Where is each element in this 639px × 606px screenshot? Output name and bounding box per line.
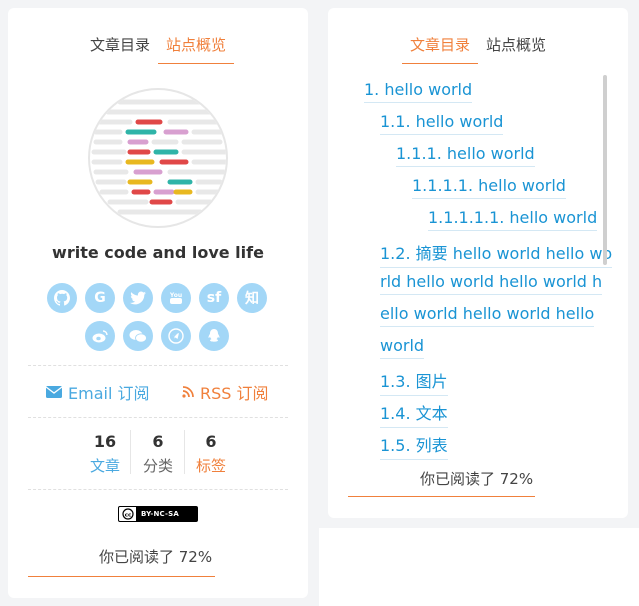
tab-overview[interactable]: 站点概览 xyxy=(158,34,235,64)
sidebar-tabs: 文章目录 站点概览 xyxy=(328,34,628,64)
zhihu-icon[interactable]: 知 xyxy=(237,283,267,313)
rss-subscribe-link[interactable]: RSS 订阅 xyxy=(182,380,269,404)
sidebar-tabs: 文章目录 站点概览 xyxy=(8,34,308,64)
wechat-icon[interactable] xyxy=(123,321,153,351)
toc-item[interactable]: 1.1. hello world xyxy=(380,112,504,135)
stat-tags[interactable]: 6 标签 xyxy=(181,432,241,476)
stat-categories-label: 分类 xyxy=(142,457,173,475)
stat-categories-count: 6 xyxy=(152,432,164,451)
toc-item[interactable]: 1.2. 摘要 hello world hello wo xyxy=(380,240,613,268)
divider xyxy=(28,417,288,418)
cc-license-badge[interactable]: cc BY-NC-SA xyxy=(118,506,198,522)
google-glyph: G xyxy=(94,290,106,306)
divider xyxy=(28,489,288,490)
toc-item[interactable]: rld hello world hello world h xyxy=(380,272,603,295)
toc-item[interactable]: 1.3. 图片 xyxy=(380,368,448,396)
toc-item[interactable]: 1.5. 列表 xyxy=(380,432,448,460)
reading-progress-fill xyxy=(348,495,536,497)
svg-text:You: You xyxy=(169,292,182,299)
cc-icon: cc xyxy=(119,507,137,521)
stat-posts-label: 文章 xyxy=(89,457,120,475)
site-overview-panel: 文章目录 站点概览 write code and love life G You… xyxy=(8,8,308,598)
tab-overview[interactable]: 站点概览 xyxy=(478,34,554,64)
toc-item[interactable]: 1. hello world xyxy=(364,80,473,103)
email-subscribe-link[interactable]: Email 订阅 xyxy=(46,380,149,404)
telegram-icon[interactable] xyxy=(161,321,191,351)
tab-toc[interactable]: 文章目录 xyxy=(82,34,158,64)
stat-categories[interactable]: 6 分类 xyxy=(128,432,188,476)
author-name: write code and love life xyxy=(52,243,264,262)
google-icon[interactable]: G xyxy=(85,283,115,313)
reading-progress-bar xyxy=(348,495,608,497)
toc-item[interactable]: 1.4. 文本 xyxy=(380,400,448,428)
footer-blank xyxy=(319,528,639,606)
stat-posts[interactable]: 16 文章 xyxy=(75,432,135,476)
avatar xyxy=(88,88,228,228)
toc-scrollbar[interactable] xyxy=(603,75,607,265)
cc-license-text: BY-NC-SA xyxy=(141,510,180,518)
toc-item[interactable]: ello world hello world hello xyxy=(380,304,595,327)
qq-icon[interactable] xyxy=(199,321,229,351)
youtube-icon[interactable]: You xyxy=(161,283,191,313)
stat-tags-label: 标签 xyxy=(195,457,226,475)
toc-item[interactable]: 1.1.1. hello world xyxy=(396,144,535,167)
divider xyxy=(28,365,288,366)
reading-progress-text: 你已阅读了 72% xyxy=(420,470,534,488)
reading-progress-text: 你已阅读了 72% xyxy=(99,548,213,566)
reading-progress-fill xyxy=(28,575,216,577)
stat-tags-count: 6 xyxy=(205,432,217,451)
email-subscribe-label: Email 订阅 xyxy=(68,384,150,403)
twitter-icon[interactable] xyxy=(123,283,153,313)
reading-progress-bar xyxy=(28,575,288,577)
envelope-icon xyxy=(46,386,62,398)
toc-panel: 文章目录 站点概览 1. hello world 1.1. hello world… xyxy=(328,8,628,518)
svg-text:cc: cc xyxy=(124,512,131,518)
avatar-code-icon xyxy=(91,99,226,215)
rss-subscribe-label: RSS 订阅 xyxy=(200,384,269,403)
segmentfault-icon[interactable]: sf xyxy=(199,283,229,313)
toc-item[interactable]: world xyxy=(380,336,425,359)
weibo-icon[interactable] xyxy=(85,321,115,351)
stat-posts-count: 16 xyxy=(93,432,117,451)
github-icon[interactable] xyxy=(47,283,77,313)
toc-item[interactable]: 1.1.1.1. hello world xyxy=(412,176,566,199)
tab-toc[interactable]: 文章目录 xyxy=(401,34,478,64)
rss-icon xyxy=(182,386,194,398)
segmentfault-glyph: sf xyxy=(206,290,222,306)
zhihu-glyph: 知 xyxy=(245,291,259,307)
toc-item[interactable]: 1.1.1.1.1. hello world xyxy=(428,208,598,231)
